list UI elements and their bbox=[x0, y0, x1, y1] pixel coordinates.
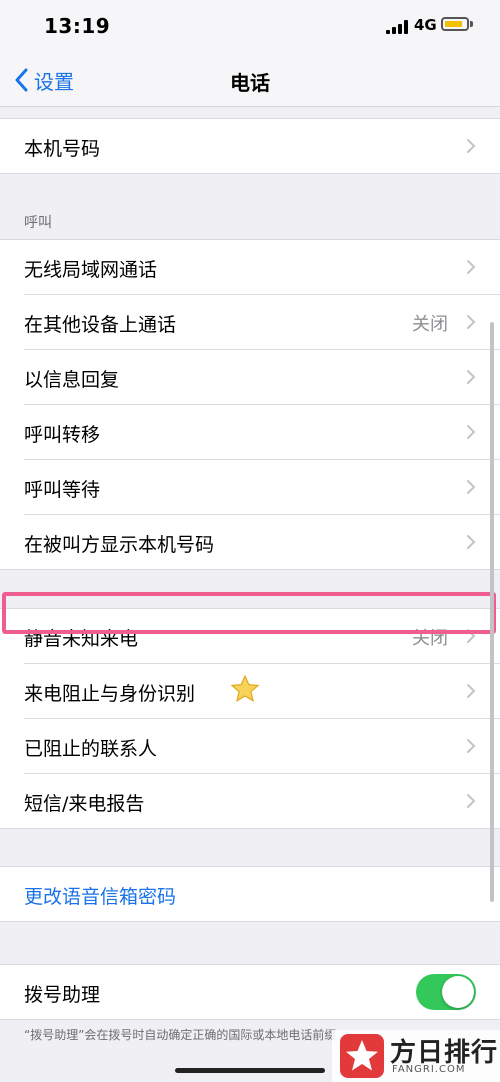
row-label: 在被叫方显示本机号码 bbox=[24, 534, 215, 556]
row-value: 关闭 bbox=[412, 314, 448, 335]
chevron-right-icon bbox=[467, 425, 476, 439]
dial-assist-group: 拨号助理 bbox=[0, 964, 500, 1020]
row-label: 来电阻止与身份识别 bbox=[24, 683, 196, 705]
my-number-group: 本机号码 bbox=[0, 118, 500, 174]
page-title: 电话 bbox=[230, 71, 270, 95]
star-icon bbox=[230, 674, 260, 703]
voicemail-group: 更改语音信箱密码 bbox=[0, 866, 500, 922]
row-label: 已阻止的联系人 bbox=[24, 738, 158, 760]
row-sms-call-reporting[interactable]: 短信/来电报告 bbox=[24, 774, 500, 828]
watermark: 方日排行 FANGRI.COM bbox=[332, 1030, 500, 1082]
row-label: 拨号助理 bbox=[24, 984, 101, 1006]
chevron-right-icon bbox=[467, 139, 476, 153]
row-dial-assist: 拨号助理 bbox=[24, 965, 500, 1019]
signal-icon bbox=[386, 20, 408, 34]
dial-assist-toggle[interactable] bbox=[416, 974, 476, 1010]
chevron-right-icon bbox=[467, 480, 476, 494]
navigation-bar: 设置 电话 bbox=[0, 52, 500, 107]
toggle-knob bbox=[442, 976, 474, 1008]
scroll-indicator bbox=[490, 322, 494, 902]
highlight-box bbox=[2, 592, 496, 634]
chevron-right-icon bbox=[467, 260, 476, 274]
row-show-caller-id[interactable]: 在被叫方显示本机号码 bbox=[24, 515, 500, 569]
blocking-group: 静音未知来电 关闭 来电阻止与身份识别 已阻止的联系人 短信/来电报告 bbox=[0, 608, 500, 829]
chevron-right-icon bbox=[467, 794, 476, 808]
row-call-blocking-identification[interactable]: 来电阻止与身份识别 bbox=[24, 664, 500, 719]
dial-assist-footer: “拨号助理”会在拨号时自动确定正确的国际或本地电话前缀 bbox=[24, 1028, 337, 1042]
row-label: 短信/来电报告 bbox=[24, 793, 145, 815]
chevron-right-icon bbox=[467, 739, 476, 753]
row-label: 无线局域网通话 bbox=[24, 259, 158, 281]
row-call-forwarding[interactable]: 呼叫转移 bbox=[24, 405, 500, 460]
calls-group: 无线局域网通话 在其他设备上通话 关闭 以信息回复 呼叫转移 呼叫等待 在被叫方… bbox=[0, 239, 500, 570]
row-label: 以信息回复 bbox=[24, 369, 120, 391]
home-indicator bbox=[175, 1068, 325, 1073]
row-respond-with-text[interactable]: 以信息回复 bbox=[24, 350, 500, 405]
status-time: 13:19 bbox=[44, 14, 111, 38]
watermark-logo-icon bbox=[340, 1034, 384, 1078]
row-label: 在其他设备上通话 bbox=[24, 314, 177, 336]
row-calls-on-other-devices[interactable]: 在其他设备上通话 关闭 bbox=[24, 295, 500, 350]
row-call-waiting[interactable]: 呼叫等待 bbox=[24, 460, 500, 515]
network-type: 4G bbox=[414, 16, 437, 34]
row-my-number[interactable]: 本机号码 bbox=[24, 119, 500, 173]
row-label: 呼叫等待 bbox=[24, 479, 101, 501]
watermark-subtitle: FANGRI.COM bbox=[392, 1064, 466, 1075]
section-header-calls: 呼叫 bbox=[24, 215, 52, 231]
battery-tip bbox=[470, 21, 473, 27]
chevron-right-icon bbox=[467, 535, 476, 549]
chevron-right-icon bbox=[467, 370, 476, 384]
chevron-right-icon bbox=[467, 315, 476, 329]
row-label: 本机号码 bbox=[24, 138, 101, 160]
row-change-voicemail-password[interactable]: 更改语音信箱密码 bbox=[24, 867, 500, 921]
status-bar: 13:19 4G bbox=[0, 0, 500, 52]
row-label: 呼叫转移 bbox=[24, 424, 101, 446]
row-blocked-contacts[interactable]: 已阻止的联系人 bbox=[24, 719, 500, 774]
chevron-right-icon bbox=[467, 684, 476, 698]
row-wifi-calling[interactable]: 无线局域网通话 bbox=[24, 240, 500, 295]
row-label: 更改语音信箱密码 bbox=[24, 886, 177, 908]
battery-icon bbox=[441, 17, 469, 31]
